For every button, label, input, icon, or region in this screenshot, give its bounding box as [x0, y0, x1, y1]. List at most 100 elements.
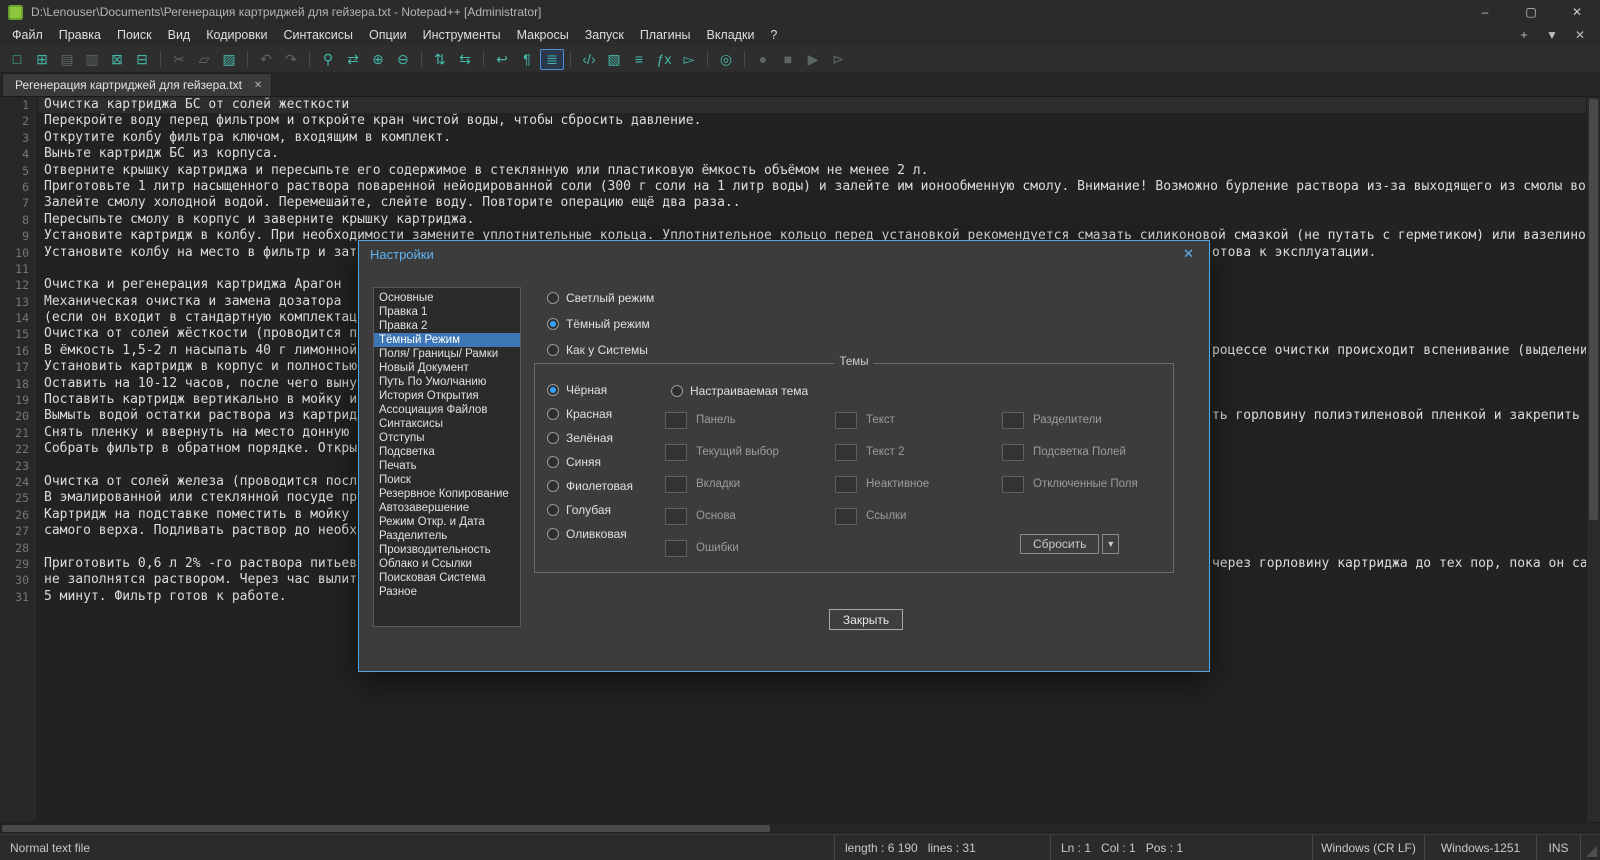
open-file-icon[interactable]: ⊞	[30, 49, 54, 70]
find-icon[interactable]: ⚲	[316, 49, 340, 70]
user-define-language-icon[interactable]: ‹/›	[577, 49, 601, 70]
menu-item[interactable]: Файл	[4, 25, 51, 45]
settings-category-item[interactable]: Подсветка	[374, 445, 520, 459]
settings-category-item[interactable]: Правка 2	[374, 319, 520, 333]
menu-item[interactable]: Синтаксисы	[275, 25, 361, 45]
settings-category-item[interactable]: Тёмный Режим	[374, 333, 520, 347]
title-bar[interactable]: D:\Lenouser\Documents\Регенерация картри…	[0, 0, 1600, 24]
settings-category-item[interactable]: Синтаксисы	[374, 417, 520, 431]
menu-item[interactable]: Макросы	[509, 25, 577, 45]
horizontal-scrollbar[interactable]	[0, 822, 1600, 834]
redo-icon[interactable]: ↷	[279, 49, 303, 70]
settings-category-item[interactable]: Автозавершение	[374, 501, 520, 515]
status-insert-mode[interactable]: INS	[1536, 835, 1580, 860]
dialog-close-button[interactable]: Закрыть	[829, 609, 903, 630]
zoom-in-icon[interactable]: ⊕	[366, 49, 390, 70]
dialog-close-icon[interactable]: ✕	[1179, 246, 1198, 262]
sync-vertical-icon[interactable]: ⇅	[428, 49, 452, 70]
radio-option[interactable]: Как у Системы	[547, 337, 654, 363]
indent-guide-icon[interactable]: ≣	[540, 48, 564, 70]
settings-category-item[interactable]: Поисковая Система	[374, 571, 520, 585]
dialog-title-bar[interactable]: Настройки ✕	[359, 241, 1209, 267]
function-list-icon[interactable]: ƒx	[652, 49, 676, 70]
radio-option[interactable]: Красная	[547, 402, 633, 426]
settings-category-item[interactable]: Основные	[374, 291, 520, 305]
save-all-icon[interactable]: ▥	[80, 49, 104, 70]
paste-icon[interactable]: ▨	[217, 49, 241, 70]
close-button[interactable]: ✕	[1554, 0, 1600, 24]
document-list-icon[interactable]: ≡	[627, 49, 651, 70]
settings-category-item[interactable]: История Открытия	[374, 389, 520, 403]
show-all-characters-icon[interactable]: ¶	[515, 49, 539, 70]
settings-category-list[interactable]: Основные Правка 1 Правка 2 Тёмный Режим Поля…	[373, 287, 521, 627]
settings-category-item[interactable]: Облако и Ссылки	[374, 557, 520, 571]
reset-dropdown-icon[interactable]: ▼	[1102, 534, 1120, 554]
menu-item[interactable]: Опции	[361, 25, 415, 45]
color-swatch-button[interactable]	[835, 411, 857, 429]
menu-item[interactable]: Плагины	[632, 25, 699, 45]
status-encoding[interactable]: Windows-1251	[1424, 835, 1536, 860]
new-file-icon[interactable]: □	[5, 49, 29, 70]
close-tab-icon[interactable]: ✕	[1568, 28, 1592, 42]
color-swatch-button[interactable]	[835, 475, 857, 493]
close-all-icon[interactable]: ⊟	[130, 49, 154, 70]
settings-category-item[interactable]: Режим Откр. и Дата	[374, 515, 520, 529]
radio-option[interactable]: Оливковая	[547, 522, 633, 546]
macro-save-icon[interactable]: ⊳	[826, 49, 850, 70]
settings-category-item[interactable]: Резервное Копирование	[374, 487, 520, 501]
vertical-scrollbar[interactable]	[1586, 97, 1600, 822]
macro-record-icon[interactable]: ●	[751, 49, 775, 70]
maximize-button[interactable]: ▢	[1508, 0, 1554, 24]
macro-play-icon[interactable]: ▶	[801, 49, 825, 70]
radio-option[interactable]: Тёмный режим	[547, 311, 654, 337]
color-swatch-button[interactable]	[665, 539, 687, 557]
color-swatch-button[interactable]	[665, 411, 687, 429]
menu-item[interactable]: Вид	[160, 25, 199, 45]
settings-category-item[interactable]: Разное	[374, 585, 520, 599]
color-swatch-button[interactable]	[1002, 443, 1024, 461]
cut-icon[interactable]: ✂	[167, 49, 191, 70]
color-swatch-button[interactable]	[835, 507, 857, 525]
color-swatch-button[interactable]	[835, 443, 857, 461]
settings-category-item[interactable]: Ассоциация Файлов	[374, 403, 520, 417]
radio-option[interactable]: Светлый режим	[547, 285, 654, 311]
menu-item[interactable]: Запуск	[577, 25, 632, 45]
sync-horizontal-icon[interactable]: ⇆	[453, 49, 477, 70]
tab-list-icon[interactable]: ▼	[1540, 28, 1564, 42]
settings-category-item[interactable]: Производительность	[374, 543, 520, 557]
monitoring-icon[interactable]: ◎	[714, 49, 738, 70]
settings-category-item[interactable]: Отступы	[374, 431, 520, 445]
color-swatch-button[interactable]	[1002, 475, 1024, 493]
color-swatch-button[interactable]	[1002, 411, 1024, 429]
document-map-icon[interactable]: ▧	[602, 49, 626, 70]
replace-icon[interactable]: ⇄	[341, 49, 365, 70]
settings-category-item[interactable]: Правка 1	[374, 305, 520, 319]
menu-item[interactable]: Правка	[51, 25, 109, 45]
radio-option[interactable]: Голубая	[547, 498, 633, 522]
resize-grip[interactable]	[1580, 835, 1600, 860]
menu-item[interactable]: Инструменты	[415, 25, 509, 45]
color-swatch-button[interactable]	[665, 443, 687, 461]
reset-button[interactable]: Сбросить	[1020, 534, 1100, 554]
menu-item[interactable]: Вкладки	[698, 25, 762, 45]
tab-active-document[interactable]: Регенерация картриджей для гейзера.txt ✕	[2, 73, 273, 96]
settings-category-item[interactable]: Поиск	[374, 473, 520, 487]
menu-item[interactable]: ?	[762, 25, 785, 45]
menu-item[interactable]: Поиск	[109, 25, 160, 45]
word-wrap-icon[interactable]: ↩	[490, 49, 514, 70]
settings-category-item[interactable]: Разделитель	[374, 529, 520, 543]
radio-option[interactable]: Синяя	[547, 450, 633, 474]
color-swatch-button[interactable]	[665, 475, 687, 493]
color-swatch-button[interactable]	[665, 507, 687, 525]
vertical-scrollbar-thumb[interactable]	[1589, 99, 1598, 520]
settings-category-item[interactable]: Печать	[374, 459, 520, 473]
horizontal-scrollbar-thumb[interactable]	[2, 825, 770, 832]
minimize-button[interactable]: –	[1462, 0, 1508, 24]
settings-category-item[interactable]: Поля/ Границы/ Рамки	[374, 347, 520, 361]
radio-option[interactable]: Чёрная	[547, 378, 633, 402]
radio-option[interactable]: Настраиваемая тема	[671, 378, 808, 404]
zoom-out-icon[interactable]: ⊖	[391, 49, 415, 70]
save-file-icon[interactable]: ▤	[55, 49, 79, 70]
tab-close-icon[interactable]: ✕	[254, 80, 262, 91]
menu-item[interactable]: Кодировки	[198, 25, 275, 45]
